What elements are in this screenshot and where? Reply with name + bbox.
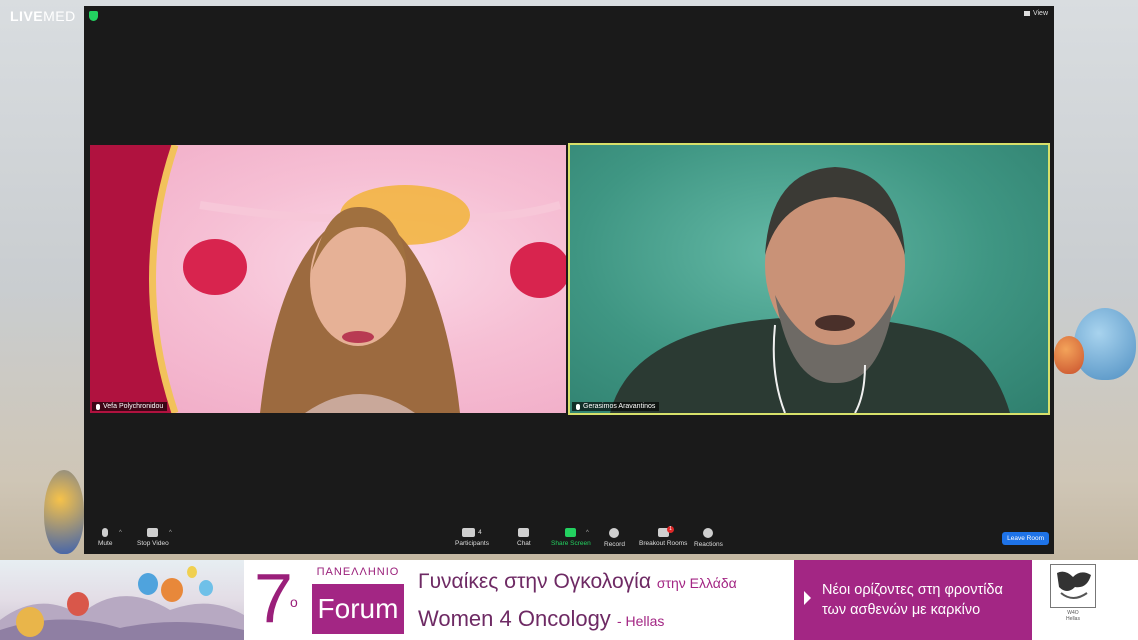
logo-text-line-2: Hellas (1066, 616, 1080, 622)
livemed-logo: LIVEMED (10, 8, 76, 24)
tagline-line-2: των ασθενών με καρκίνο (822, 602, 981, 618)
title-english-sub: - Hellas (616, 613, 665, 629)
title-greek-main: Γυναίκες στην Ογκολογία (418, 570, 651, 593)
title-english: Women 4 Oncology - Hellas (418, 606, 664, 632)
breakout-rooms-label: Breakout Rooms (639, 540, 688, 547)
mic-icon (576, 403, 580, 410)
participants-count: 4 (478, 529, 482, 536)
mute-options-chevron-icon[interactable]: ^ (119, 530, 122, 536)
record-label: Record (604, 541, 625, 548)
logo-text: W4O Hellas (1066, 610, 1080, 622)
breakout-rooms-badge: 1 (667, 526, 674, 533)
record-button[interactable]: Record (604, 528, 625, 548)
participants-button[interactable]: 4 Participants (455, 528, 489, 547)
participant-name: Gerasimos Aravantinos (583, 403, 656, 410)
reactions-label: Reactions (694, 541, 723, 548)
video-tile-gerasimos[interactable]: Gerasimos Aravantinos (568, 143, 1050, 415)
stop-video-button[interactable]: Stop Video (137, 528, 169, 547)
share-options-chevron-icon[interactable]: ^ (586, 530, 589, 536)
record-icon (609, 528, 620, 538)
forum-label: Forum (312, 584, 404, 634)
participant-nametag: Vefa Polychronidou (92, 402, 168, 411)
video-tile-vefa[interactable]: Vefa Polychronidou (90, 145, 566, 413)
microphone-icon (102, 528, 109, 537)
encryption-shield-icon[interactable] (89, 11, 98, 21)
view-label: View (1032, 10, 1048, 17)
video-feed-gerasimos (610, 167, 1010, 413)
tagline-line-1: Νέοι ορίζοντες στη φροντίδα (822, 582, 1003, 598)
share-screen-label: Share Screen (551, 540, 591, 547)
banner-tagline: Νέοι ορίζοντες στη φροντίδα των ασθενών … (794, 560, 1032, 640)
chat-bubble-icon (518, 528, 530, 537)
breakout-rooms-button[interactable]: Breakout Rooms (639, 528, 687, 547)
share-screen-icon (565, 528, 577, 537)
grid-view-icon (1023, 11, 1030, 16)
background-balloon (1054, 336, 1084, 374)
mute-label: Mute (98, 540, 113, 547)
title-english-main: Women 4 Oncology (418, 606, 611, 631)
meeting-window: View Vefa Polychronidou Gerasimos Aravan… (84, 6, 1054, 554)
w4o-hellas-logo: W4O Hellas (1046, 564, 1100, 636)
event-banner: 7 ο ΠΑΝΕΛΛΗΝΙΟ Forum Γυναίκες στην Ογκολ… (0, 559, 1138, 640)
video-feed-vefa (90, 145, 566, 413)
logo-artwork-icon (1050, 564, 1096, 608)
share-screen-button[interactable]: Share Screen (551, 528, 591, 547)
title-greek-sub: στην Ελλάδα (656, 575, 737, 591)
participant-nametag: Gerasimos Aravantinos (572, 402, 660, 411)
play-arrow-icon (804, 591, 811, 605)
balloon-landscape-image (0, 566, 244, 640)
participants-icon (462, 528, 476, 537)
panhellenic-label: ΠΑΝΕΛΛΗΝΙΟ (316, 566, 400, 578)
meeting-toolbar: Mute ^ Stop Video ^ 4 Participants Chat … (84, 526, 1054, 554)
chat-button[interactable]: Chat (517, 528, 531, 547)
leave-room-button[interactable]: Leave Room (1002, 532, 1049, 545)
mic-icon (96, 403, 100, 410)
logo-med-text: MED (43, 8, 76, 24)
edition-number-suffix: ο (290, 594, 298, 610)
background-balloon (1074, 308, 1136, 380)
edition-number-digit: 7 (254, 559, 293, 637)
participants-label: Participants (455, 540, 489, 547)
background-balloon (44, 470, 84, 554)
mute-button[interactable]: Mute (98, 528, 112, 547)
participant-name: Vefa Polychronidou (103, 403, 164, 410)
chat-label: Chat (517, 540, 531, 547)
edition-number: 7 ο (254, 559, 304, 637)
video-options-chevron-icon[interactable]: ^ (169, 530, 172, 536)
reactions-button[interactable]: Reactions (694, 528, 723, 548)
logo-live-text: LIVE (10, 8, 44, 24)
stop-video-label: Stop Video (137, 540, 169, 547)
title-greek: Γυναίκες στην Ογκολογία στην Ελλάδα (418, 570, 737, 594)
video-camera-icon (147, 528, 159, 537)
view-button[interactable]: View (1023, 10, 1048, 17)
reactions-smiley-icon (703, 528, 714, 538)
banner-balloon-artwork (0, 560, 244, 640)
